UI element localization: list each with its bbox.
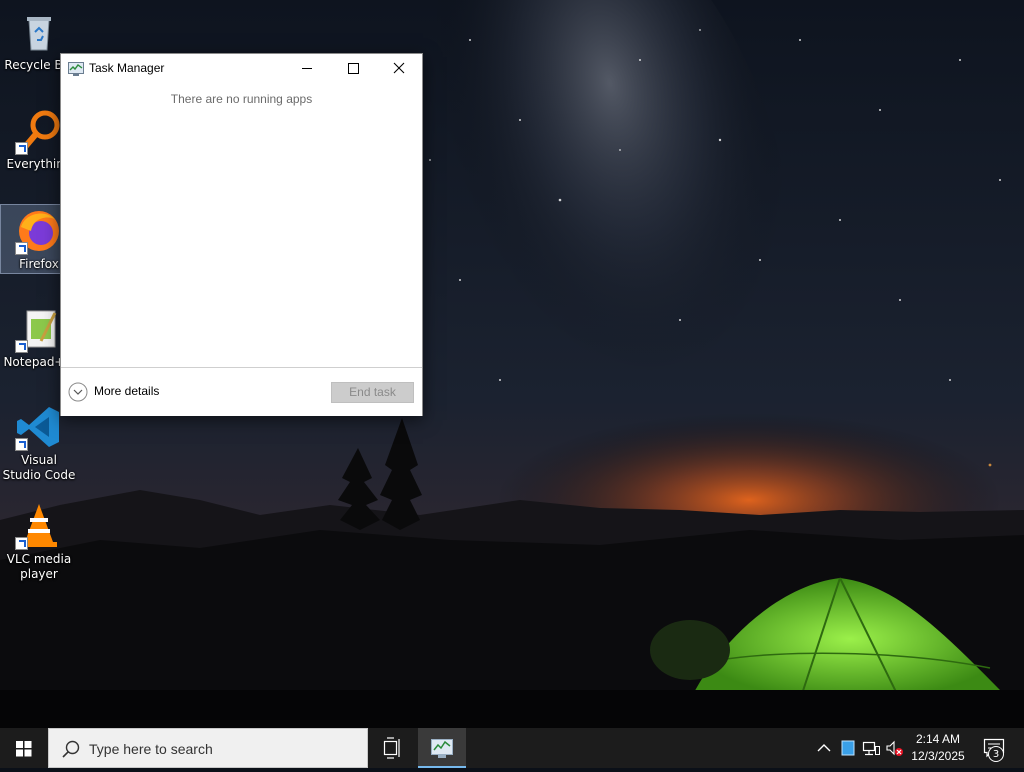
shortcut-arrow-icon	[15, 142, 28, 155]
task-manager-icon	[68, 62, 84, 76]
task-manager-footer: More details End task	[61, 367, 422, 416]
close-button[interactable]	[376, 54, 422, 83]
start-button[interactable]	[0, 728, 48, 768]
taskbar-task-manager-button[interactable]	[418, 728, 466, 768]
tray-app-icon[interactable]	[838, 738, 858, 758]
minimize-button[interactable]	[284, 54, 330, 83]
notification-count-badge: 3	[988, 746, 1004, 762]
clock-time: 2:14 AM	[915, 732, 961, 746]
end-task-button[interactable]: End task	[331, 382, 414, 403]
shortcut-arrow-icon	[15, 438, 28, 451]
more-details-label: More details	[94, 384, 160, 398]
minimize-icon	[302, 68, 312, 69]
maximize-icon	[348, 63, 359, 74]
desktop-icon-label: Visual Studio Code	[2, 453, 76, 482]
task-view-button[interactable]	[370, 728, 416, 768]
volume-muted-icon[interactable]	[884, 738, 904, 758]
task-view-icon	[383, 737, 400, 759]
recycle-bin-icon	[27, 17, 51, 51]
title-bar[interactable]: Task Manager	[61, 54, 422, 84]
chevron-down-icon	[68, 382, 88, 402]
search-placeholder: Type here to search	[89, 741, 213, 757]
shortcut-arrow-icon	[15, 537, 28, 550]
window-title: Task Manager	[89, 61, 165, 75]
clock-date: 12/3/2025	[911, 749, 965, 763]
chevron-up-icon[interactable]	[814, 738, 834, 758]
desktop-icon-vlc[interactable]: VLC media player	[1, 502, 77, 582]
task-manager-window[interactable]: Task Manager There are no running apps M…	[60, 53, 423, 416]
search-icon	[62, 740, 80, 758]
task-manager-icon	[431, 739, 453, 758]
desktop-icon-label: VLC media player	[6, 552, 72, 581]
empty-state-message: There are no running apps	[170, 92, 313, 106]
taskbar: Type here to search 2:14 AM 12/3/2025	[0, 728, 1024, 768]
network-icon[interactable]	[861, 738, 881, 758]
search-input[interactable]: Type here to search	[48, 728, 368, 768]
maximize-button[interactable]	[330, 54, 376, 83]
shortcut-arrow-icon	[15, 242, 28, 255]
close-icon	[393, 62, 405, 74]
shortcut-arrow-icon	[15, 340, 28, 353]
system-clock[interactable]: 2:14 AM 12/3/2025	[906, 731, 970, 765]
windows-logo-icon	[16, 741, 32, 757]
